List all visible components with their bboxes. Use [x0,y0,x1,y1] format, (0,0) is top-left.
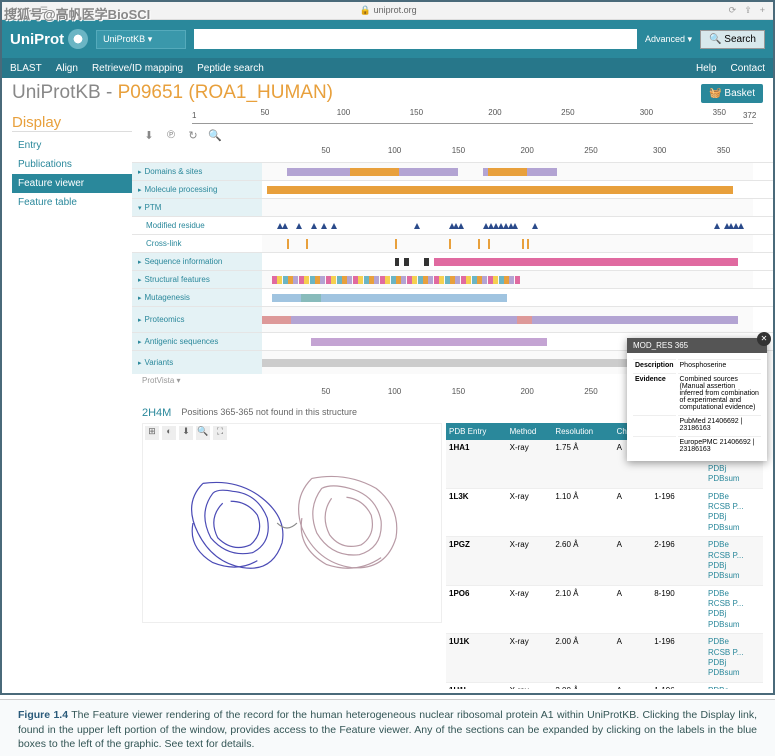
structure-id[interactable]: 2H4M [142,407,171,419]
track-label-3[interactable]: Modified residue [132,217,262,234]
sidebar-item-feature-table[interactable]: Feature table [12,193,132,212]
watermark: 搜狐号@高帆医学BioSCI [4,4,150,23]
track-canvas-4[interactable] [262,235,753,252]
track-label-0[interactable]: Domains & sites [132,163,262,180]
search-button[interactable]: 🔍 Search [700,30,765,49]
download-icon[interactable]: ⬇ [142,128,156,142]
toolbar: ⬇ ℗ ↻ 🔍 [132,124,773,146]
close-icon[interactable]: ✕ [757,332,771,346]
zoom-icon[interactable]: 🔍 [208,128,222,142]
mol-tool-4[interactable]: 🔍 [196,426,210,440]
track-label-9[interactable]: Antigenic sequences [132,333,262,350]
ruler-detail: 50100150200250300350 [262,146,753,162]
track-label-1[interactable]: Molecule processing [132,181,262,198]
sidebar-heading: Display [12,114,132,132]
nav-blast[interactable]: BLAST [10,63,42,74]
pdb-header[interactable]: Method [507,423,553,440]
track-canvas-6[interactable] [262,271,753,288]
more-icon[interactable]: + [760,5,765,16]
track-label-8[interactable]: Proteomics [132,307,262,332]
nav-retrieve[interactable]: Retrieve/ID mapping [92,63,183,74]
secondary-nav: BLAST Align Retrieve/ID mapping Peptide … [2,58,773,78]
track-label-2[interactable]: PTM [132,199,262,216]
nav-contact[interactable]: Contact [731,63,765,74]
sidebar-item-feature-viewer[interactable]: Feature viewer [12,174,132,193]
share-icon[interactable]: ⇪ [744,5,752,16]
track-label-10[interactable]: Variants [132,351,262,374]
pdb-header[interactable]: PDB Entry [446,423,507,440]
basket-button[interactable]: 🧺 Basket [701,84,763,103]
mol-tool-1[interactable]: ⊞ [145,426,159,440]
track-label-7[interactable]: Mutagenesis [132,289,262,306]
pdb-table: PDB EntryMethodResolutionChainPositionsL… [446,423,763,689]
tooltip-popup: MOD_RES 365✕ DescriptionPhosphoserineEvi… [627,338,767,461]
structure-msg: Positions 365-365 not found in this stru… [181,407,357,419]
url-bar[interactable]: 🔒 uniprot.org [54,5,723,16]
logo[interactable]: UniProt [10,29,88,49]
table-row[interactable]: 1PO6X-ray2.10 ÅA8-190PDBeRCSB P...PDBjPD… [446,585,763,634]
db-select[interactable]: UniProtKB ▾ [96,30,186,49]
table-row[interactable]: 1U1LX-ray2.00 ÅA1-196PDBe [446,682,763,689]
track-canvas-5[interactable] [262,253,753,270]
nav-align[interactable]: Align [56,63,78,74]
track-canvas-3[interactable] [262,217,753,234]
track-canvas-8[interactable] [262,307,753,332]
content: 50100150200250300350372 ⬇ ℗ ↻ 🔍 50100150… [132,108,773,689]
reload-icon[interactable]: ⟳ [729,5,737,16]
sidebar-item-entry[interactable]: Entry [12,136,132,155]
nav-peptide[interactable]: Peptide search [197,63,264,74]
link-icon[interactable]: ℗ [164,128,178,142]
mol-tool-3[interactable]: ⬇ [179,426,193,440]
search-input[interactable] [194,29,637,49]
advanced-link[interactable]: Advanced ▾ [645,34,692,45]
logo-icon [68,29,88,49]
refresh-icon[interactable]: ↻ [186,128,200,142]
sidebar: Display Entry Publications Feature viewe… [2,108,132,689]
mol-tool-5[interactable]: ⛶ [213,426,227,440]
track-label-4[interactable]: Cross-link [132,235,262,252]
track-canvas-0[interactable] [262,163,753,180]
track-canvas-1[interactable] [262,181,753,198]
track-canvas-2[interactable] [262,199,753,216]
molecule-svg [143,424,441,622]
structure-viewer[interactable]: ⊞◐⬇🔍⛶ [142,423,442,623]
header: UniProt UniProtKB ▾ Advanced ▾ 🔍 Search [2,20,773,58]
ruler-overview[interactable]: 50100150200250300350372 [192,108,753,124]
mol-tool-2[interactable]: ◐ [162,426,176,440]
table-row[interactable]: 1L3KX-ray1.10 ÅA1-196PDBeRCSB P...PDBjPD… [446,488,763,537]
track-label-5[interactable]: Sequence information [132,253,262,270]
lock-icon: 🔒 [360,5,371,15]
page-title: UniProtKB - P09651 (ROA1_HUMAN) [12,82,333,104]
popup-title: MOD_RES 365✕ [627,338,767,353]
table-row[interactable]: 1U1KX-ray2.00 ÅA1-196PDBeRCSB P...PDBjPD… [446,634,763,683]
figure-caption: Figure 1.4 The Feature viewer rendering … [0,699,775,756]
pdb-header[interactable]: Resolution [552,423,613,440]
track-label-6[interactable]: Structural features [132,271,262,288]
nav-help[interactable]: Help [696,63,717,74]
table-row[interactable]: 1PGZX-ray2.60 ÅA2-196PDBeRCSB P...PDBjPD… [446,537,763,586]
sidebar-item-publications[interactable]: Publications [12,155,132,174]
track-canvas-7[interactable] [262,289,753,306]
